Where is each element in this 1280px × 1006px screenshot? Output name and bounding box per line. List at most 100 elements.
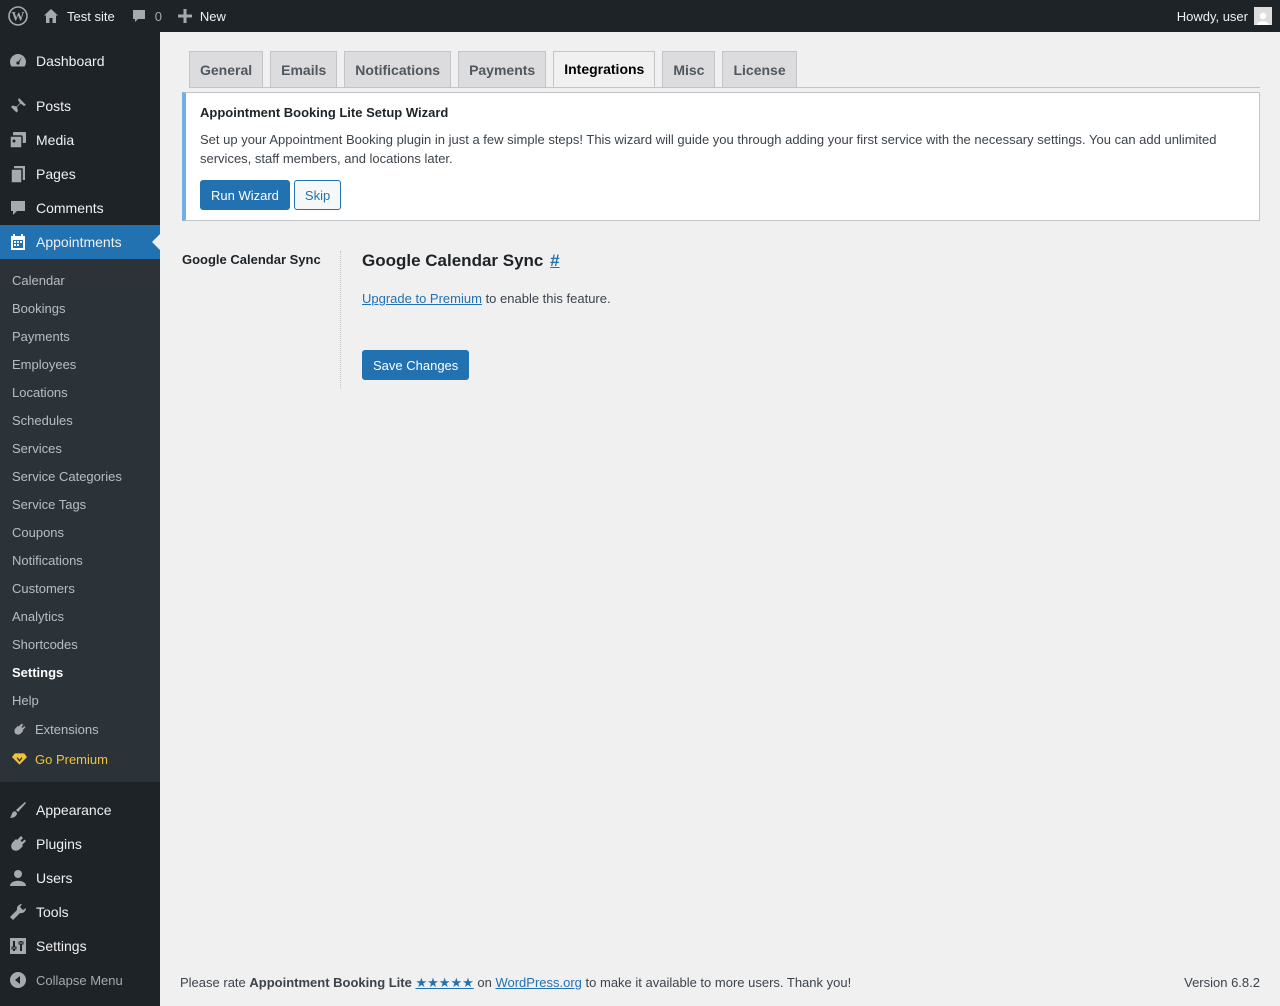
menu-posts[interactable]: Posts — [0, 89, 160, 123]
tab-integrations[interactable]: Integrations — [553, 51, 656, 87]
upgrade-message: Upgrade to Premium to enable this featur… — [362, 291, 611, 306]
new-content-link[interactable]: New — [170, 0, 234, 32]
submenu-settings[interactable]: Settings — [0, 658, 160, 686]
paintbrush-icon — [0, 800, 36, 820]
menu-label: Dashboard — [36, 53, 105, 69]
settings-tabs: General Emails Notifications Payments In… — [189, 51, 804, 87]
admin-footer: Please rate Appointment Booking Lite ★★★… — [180, 975, 1260, 991]
plugin-icon — [12, 722, 35, 737]
footer-stars-link[interactable]: ★★★★★ — [415, 975, 473, 990]
section-anchor-link[interactable]: # — [550, 251, 559, 270]
comment-bubble-icon — [132, 10, 145, 22]
admin-bar: W Test site 0 New Howdy, user — [0, 0, 1280, 32]
plugin-icon — [0, 834, 36, 854]
collapse-label: Collapse Menu — [36, 972, 123, 988]
menu-label: Comments — [36, 200, 104, 216]
menu-plugins[interactable]: Plugins — [0, 827, 160, 861]
notice-text: Set up your Appointment Booking plugin i… — [200, 132, 1217, 166]
dashboard-icon — [0, 51, 36, 71]
greeting: Howdy, user — [1176, 8, 1248, 24]
submenu-help[interactable]: Help — [0, 686, 160, 714]
collapse-menu-button[interactable]: Collapse Menu — [0, 963, 160, 997]
pushpin-icon — [0, 96, 36, 116]
submenu-schedules[interactable]: Schedules — [0, 406, 160, 434]
tab-license[interactable]: License — [722, 51, 797, 87]
submenu-bookings[interactable]: Bookings — [0, 294, 160, 322]
pages-icon — [0, 164, 36, 184]
upgrade-link[interactable]: Upgrade to Premium — [362, 291, 482, 306]
avatar — [1254, 7, 1272, 25]
menu-label: Settings — [36, 938, 87, 954]
submenu-service-categories[interactable]: Service Categories — [0, 462, 160, 490]
svg-text:W: W — [11, 9, 24, 24]
new-label: New — [199, 8, 226, 24]
tab-misc[interactable]: Misc — [662, 51, 716, 87]
submenu-services[interactable]: Services — [0, 434, 160, 462]
run-wizard-button[interactable]: Run Wizard — [200, 180, 290, 210]
submenu-notifications[interactable]: Notifications — [0, 546, 160, 574]
footer-wporg-link[interactable]: WordPress.org — [495, 975, 581, 990]
plus-icon — [177, 9, 192, 23]
submenu-employees[interactable]: Employees — [0, 350, 160, 378]
menu-label: Appearance — [36, 802, 112, 818]
wordpress-logo-icon[interactable]: W — [0, 0, 35, 32]
footer-plugin-name: Appointment Booking Lite — [249, 975, 412, 990]
menu-label: Appointments — [36, 234, 122, 250]
tabs-divider — [189, 87, 1260, 88]
footer-version: Version 6.8.2 — [1184, 975, 1260, 990]
menu-media[interactable]: Media — [0, 123, 160, 157]
users-icon — [0, 868, 36, 888]
submenu-payments[interactable]: Payments — [0, 322, 160, 350]
tab-emails[interactable]: Emails — [270, 51, 338, 87]
menu-appointments[interactable]: Appointments — [0, 225, 160, 259]
submenu-customers[interactable]: Customers — [0, 574, 160, 602]
menu-label: Plugins — [36, 836, 82, 852]
section-heading-text: Google Calendar Sync — [362, 251, 544, 270]
comments-link[interactable]: 0 — [123, 0, 170, 32]
menu-label: Posts — [36, 98, 72, 114]
appointments-submenu: Calendar Bookings Payments Employees Loc… — [0, 259, 160, 782]
submenu-shortcodes[interactable]: Shortcodes — [0, 630, 160, 658]
premium-label: Go Premium — [35, 751, 108, 767]
menu-pages[interactable]: Pages — [0, 157, 160, 191]
google-calendar-section: Google Calendar Sync # Upgrade to Premiu… — [362, 251, 611, 306]
home-icon — [44, 9, 58, 23]
collapse-arrow-icon — [0, 971, 36, 989]
submenu-extensions[interactable]: Extensions — [0, 714, 160, 744]
menu-users[interactable]: Users — [0, 861, 160, 895]
account-menu[interactable]: Howdy, user — [1177, 7, 1280, 25]
save-changes-button[interactable]: Save Changes — [362, 350, 470, 380]
footer-post: to make it available to more users. Than… — [581, 975, 852, 990]
section-heading: Google Calendar Sync # — [362, 251, 611, 271]
tab-general[interactable]: General — [189, 51, 264, 87]
submenu-service-tags[interactable]: Service Tags — [0, 490, 160, 518]
tab-notifications[interactable]: Notifications — [344, 51, 452, 87]
menu-label: Media — [36, 132, 75, 148]
menu-settings[interactable]: Settings — [0, 929, 160, 963]
submenu-coupons[interactable]: Coupons — [0, 518, 160, 546]
comment-bubble-icon — [0, 198, 36, 218]
site-name-link[interactable]: Test site — [35, 0, 123, 32]
footer-pre: Please rate — [180, 975, 250, 990]
menu-dashboard[interactable]: Dashboard — [0, 44, 160, 78]
calendar-icon — [0, 232, 36, 252]
footer-rating-text: Please rate Appointment Booking Lite ★★★… — [180, 975, 851, 991]
submenu-go-premium[interactable]: Go Premium — [0, 744, 160, 774]
upgrade-rest: to enable this feature. — [481, 291, 611, 306]
menu-label: Tools — [36, 904, 69, 920]
menu-tools[interactable]: Tools — [0, 895, 160, 929]
submenu-calendar[interactable]: Calendar — [0, 266, 160, 294]
section-divider — [340, 251, 341, 389]
media-icon — [0, 130, 36, 150]
menu-comments[interactable]: Comments — [0, 191, 160, 225]
admin-sidebar: Dashboard Posts Media Pages Comments App… — [0, 32, 160, 1006]
submenu-locations[interactable]: Locations — [0, 378, 160, 406]
skip-button[interactable]: Skip — [293, 180, 342, 210]
setup-wizard-notice: Appointment Booking Lite Setup Wizard Se… — [182, 92, 1260, 221]
menu-label: Pages — [36, 166, 76, 182]
comments-count: 0 — [154, 8, 162, 24]
menu-appearance[interactable]: Appearance — [0, 793, 160, 827]
diamond-icon — [12, 753, 35, 765]
submenu-analytics[interactable]: Analytics — [0, 602, 160, 630]
tab-payments[interactable]: Payments — [458, 51, 547, 87]
